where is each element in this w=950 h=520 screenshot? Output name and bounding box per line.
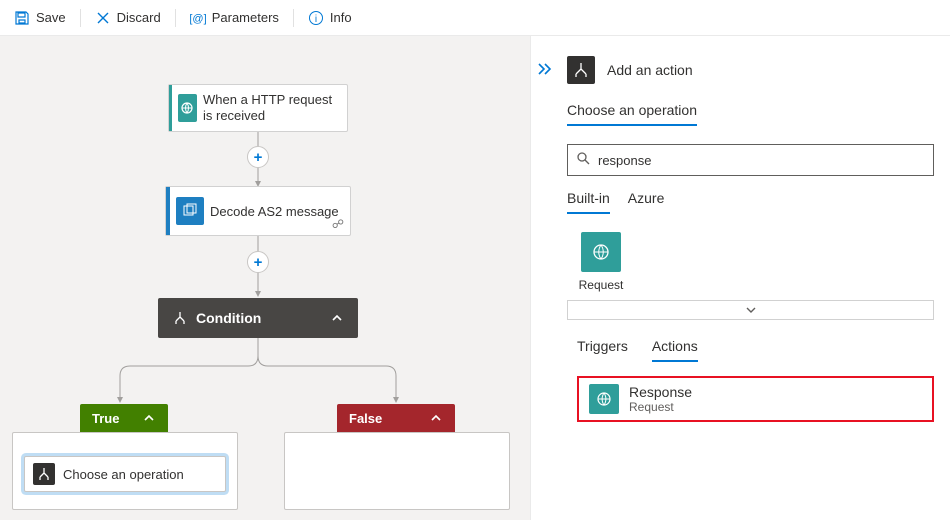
- service-tile-request[interactable]: Request: [571, 232, 631, 292]
- operation-icon: [33, 463, 55, 485]
- right-panel: Add an action Choose an operation Built-…: [530, 36, 950, 520]
- svg-text:i: i: [315, 14, 317, 25]
- parameters-icon: [@]: [190, 10, 206, 26]
- panel-subheader: Choose an operation: [559, 102, 950, 126]
- add-action-icon: [567, 56, 595, 84]
- toolbar-separator: [293, 9, 294, 27]
- save-icon: [14, 10, 30, 26]
- link-icon: ☍: [332, 217, 344, 231]
- tab-builtin[interactable]: Built-in: [567, 190, 610, 214]
- true-label: True: [92, 411, 119, 426]
- trigger-node-http-request[interactable]: When a HTTP request is received: [168, 84, 348, 132]
- info-label: Info: [330, 10, 352, 25]
- main-area: When a HTTP request is received + Decode…: [0, 36, 950, 520]
- search-icon: [576, 151, 590, 170]
- tab-actions[interactable]: Actions: [652, 338, 698, 362]
- toolbar-separator: [175, 9, 176, 27]
- branch-tab-true[interactable]: True: [80, 404, 168, 432]
- operation-result-response[interactable]: Response Request: [577, 376, 934, 422]
- node-accent: [169, 85, 172, 131]
- false-label: False: [349, 411, 382, 426]
- decode-as2-icon: [176, 197, 204, 225]
- chevron-up-icon: [330, 311, 344, 325]
- save-label: Save: [36, 10, 66, 25]
- save-button[interactable]: Save: [8, 6, 72, 30]
- add-step-button[interactable]: +: [247, 251, 269, 273]
- panel-title: Add an action: [607, 62, 693, 78]
- http-request-icon: [178, 94, 197, 122]
- designer-canvas[interactable]: When a HTTP request is received + Decode…: [0, 36, 530, 520]
- condition-node[interactable]: Condition: [158, 298, 358, 338]
- tab-triggers[interactable]: Triggers: [577, 338, 628, 362]
- tab-azure[interactable]: Azure: [628, 190, 665, 214]
- info-icon: i: [308, 10, 324, 26]
- discard-label: Discard: [117, 10, 161, 25]
- result-subtitle: Request: [629, 400, 692, 414]
- toolbar: Save Discard [@] Parameters i Info: [0, 0, 950, 36]
- chevron-down-icon: [745, 304, 757, 316]
- parameters-button[interactable]: [@] Parameters: [184, 6, 285, 30]
- operation-search-box[interactable]: [567, 144, 934, 176]
- add-step-button[interactable]: +: [247, 146, 269, 168]
- node-accent: [166, 187, 170, 235]
- branch-tab-false[interactable]: False: [337, 404, 455, 432]
- discard-button[interactable]: Discard: [89, 6, 167, 30]
- triggers-actions-tabs: Triggers Actions: [559, 320, 950, 362]
- action-node-decode-as2[interactable]: Decode AS2 message ☍: [165, 186, 351, 236]
- search-input[interactable]: [598, 153, 925, 168]
- expand-services-button[interactable]: [567, 300, 934, 320]
- chevron-up-icon: [429, 411, 443, 425]
- as2-label: Decode AS2 message: [210, 204, 349, 219]
- trigger-label: When a HTTP request is received: [203, 92, 347, 123]
- panel-header: Add an action: [559, 36, 950, 96]
- chevron-up-icon: [142, 411, 156, 425]
- condition-label: Condition: [196, 310, 330, 326]
- discard-icon: [95, 10, 111, 26]
- svg-text:[@]: [@]: [190, 13, 206, 25]
- result-text: Response Request: [629, 384, 692, 414]
- request-service-icon: [581, 232, 621, 272]
- response-action-icon: [589, 384, 619, 414]
- service-grid: Request: [559, 214, 950, 300]
- choose-operation-label: Choose an operation: [63, 467, 184, 482]
- info-button[interactable]: i Info: [302, 6, 358, 30]
- panel-body: Add an action Choose an operation Built-…: [559, 36, 950, 520]
- choose-operation-heading: Choose an operation: [567, 102, 697, 126]
- panel-collapse-button[interactable]: [531, 36, 559, 520]
- choose-operation-card[interactable]: Choose an operation: [24, 456, 226, 492]
- condition-icon: [172, 310, 188, 326]
- service-tile-label: Request: [579, 278, 624, 292]
- result-title: Response: [629, 384, 692, 400]
- toolbar-separator: [80, 9, 81, 27]
- branch-container-false[interactable]: [284, 432, 510, 510]
- service-category-tabs: Built-in Azure: [559, 176, 950, 214]
- chevron-right-double-icon: [537, 62, 553, 76]
- parameters-label: Parameters: [212, 10, 279, 25]
